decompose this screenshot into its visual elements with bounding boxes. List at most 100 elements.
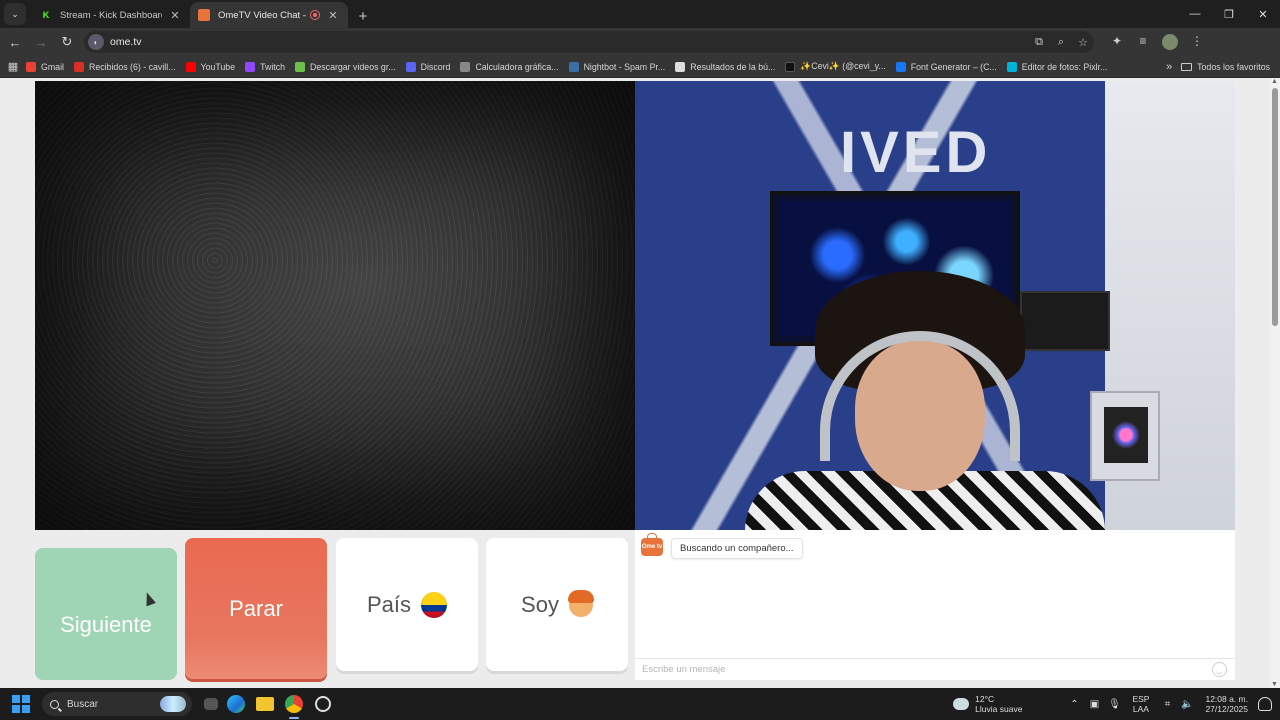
recording-icon [310,10,320,20]
show-hidden-icons-chevron-icon[interactable]: ⌃ [1064,699,1084,710]
file-explorer-icon[interactable] [254,693,276,715]
scrollbar-thumb[interactable] [1272,88,1278,326]
pixlr-icon [1006,61,1017,72]
bookmark-descargar[interactable]: Descargar videos gr... [295,61,396,72]
gender-button[interactable]: Soy [486,538,628,671]
discord-icon [405,61,416,72]
bookmark-label: Font Generator – (C... [910,61,997,72]
ometv-page: IVED Siguiente Parar País Soy Ome tv Bus… [0,78,1280,688]
bookmark-pixlr[interactable]: Editor de fotos: Pixlr... [1006,61,1108,72]
forward-arrow-icon[interactable]: → [30,31,52,53]
bookmark-label: Nightbot - Spam Pr... [583,61,666,72]
browser-toolbar: ← → ↻ ◐ ome.tv ⧉ ⌕ ☆ ✦ ≡ ⋮ [0,28,1280,56]
bookmark-label: Recibidos (6) - cavill... [88,61,176,72]
close-window-icon[interactable]: ✕ [1246,0,1280,28]
bookmark-label: Gmail [41,61,64,72]
bookmark-label: Discord [420,61,451,72]
notifications-bell-icon[interactable] [1258,697,1272,711]
rain-cloud-icon [953,693,970,710]
profile-avatar[interactable] [1162,34,1178,50]
search-icon [50,699,59,709]
close-tab-icon[interactable]: ✕ [326,9,340,22]
minimize-icon[interactable]: — [1178,0,1212,28]
back-arrow-icon[interactable]: ← [4,31,26,53]
scroll-up-icon[interactable]: ▲ [1271,78,1278,85]
close-tab-icon[interactable]: ✕ [168,9,182,22]
bookmark-resultados[interactable]: Resultados de la bú... [675,61,776,72]
bookmark-youtube[interactable]: YouTube [185,61,235,72]
system-tray: 12°C Lluvia suave ⌃ ▣ 🎙 ESP LAA ⌗ 🔈 12:0… [953,693,1280,714]
emoji-picker-icon[interactable] [1212,662,1227,677]
all-bookmarks-folder[interactable]: Todos los favoritos [1181,62,1270,72]
next-button[interactable]: Siguiente [35,548,177,680]
volume-icon[interactable]: 🔈 [1177,699,1197,710]
twitch-icon [245,61,256,72]
nightbot-icon [568,61,579,72]
clock[interactable]: 12:08 a. m. 27/12/2025 [1205,694,1248,714]
page-scrollbar[interactable]: ▲ ▼ [1270,78,1280,688]
kick-favicon-icon: K [40,9,52,21]
more-bookmarks-icon[interactable]: » [1157,61,1181,73]
weather-widget[interactable]: 12°C Lluvia suave [953,693,1023,714]
site-info-icon[interactable]: ◐ [88,34,104,50]
gmail-icon [26,61,36,72]
bookmark-label: Calculadora gráfica... [475,61,559,72]
youtube-mail-icon [73,61,84,72]
clock-time: 12:08 a. m. [1205,694,1248,704]
bookmark-label: Editor de fotos: Pixlr... [1021,61,1108,72]
taskbar-search[interactable]: Buscar [42,692,192,716]
chat-status-message: Buscando un compañero... [671,538,803,559]
tab-search-chevron-icon[interactable]: ⌄ [4,3,26,25]
tab-ometv[interactable]: OmeTV Video Chat — Ome ✕ [190,2,348,28]
tab-kick-dashboard[interactable]: K Stream - Kick Dashboard ✕ [32,2,190,28]
tab-media-icon[interactable]: ≡ [1130,34,1156,50]
input-language[interactable]: ESP LAA [1132,694,1149,714]
bookmark-discord[interactable]: Discord [405,61,451,72]
bookmark-twitch[interactable]: Twitch [245,61,285,72]
tab-bar: ⌄ K Stream - Kick Dashboard ✕ OmeTV Vide… [0,0,1280,28]
search-highlight-icon [160,696,186,712]
country-button[interactable]: País [336,538,478,671]
bookmark-gmail[interactable]: Gmail [26,61,64,72]
tab-title: Stream - Kick Dashboard [60,9,162,21]
bookmark-label: Resultados de la bú... [690,61,776,72]
menu-kebab-icon[interactable]: ⋮ [1184,34,1210,50]
reload-icon[interactable]: ↻ [56,31,78,53]
stop-button[interactable]: Parar [185,538,327,679]
gender-label: Soy [521,591,559,617]
bookmark-cevi[interactable]: ✨Cevi✨ (@cevi_y... [785,61,886,72]
scroll-down-icon[interactable]: ▼ [1271,681,1278,688]
windows-start-icon[interactable] [12,695,30,713]
tab-title: OmeTV Video Chat — Ome [218,9,306,21]
colombia-flag-icon [421,591,448,618]
message-input[interactable] [635,659,1195,680]
zoom-icon[interactable]: ⌕ [1050,36,1072,49]
bookmark-recibidos[interactable]: Recibidos (6) - cavill... [73,61,176,72]
bookmark-label: ✨Cevi✨ (@cevi_y... [800,61,886,71]
graph-icon [460,61,471,72]
restore-icon[interactable]: ❐ [1212,0,1246,28]
streamer [735,271,1115,530]
ometv-logo-icon: Ome tv [641,533,663,556]
bookmark-nightbot[interactable]: Nightbot - Spam Pr... [568,61,666,72]
bookmark-label: Descargar videos gr... [310,61,396,72]
wall-logo: IVED [840,120,992,185]
bookmark-star-icon[interactable]: ☆ [1072,36,1094,49]
bookmark-font-generator[interactable]: Font Generator – (C... [895,61,997,72]
task-view-icon[interactable] [204,698,218,710]
chat-panel: Ome tv Buscando un compañero... [635,530,1235,680]
obs-icon[interactable] [312,693,334,715]
bookmark-label: Todos los favoritos [1197,61,1270,72]
new-tab-button[interactable]: + [352,4,374,28]
network-icon[interactable]: ⌗ [1157,699,1177,710]
address-bar[interactable]: ◐ ome.tv ⧉ ⌕ ☆ [84,31,1094,53]
edge-icon[interactable] [225,693,247,715]
weather-description: Lluvia suave [975,704,1023,714]
chrome-icon[interactable] [283,693,305,719]
install-app-icon[interactable]: ⧉ [1028,36,1050,49]
apps-grid-icon[interactable]: ▦ [0,60,26,73]
extensions-icon[interactable]: ✦ [1104,34,1130,50]
tray-app-icon[interactable]: ▣ [1084,699,1104,710]
bookmark-calculadora[interactable]: Calculadora gráfica... [460,61,559,72]
microphone-icon[interactable]: 🎙 [1104,699,1124,710]
